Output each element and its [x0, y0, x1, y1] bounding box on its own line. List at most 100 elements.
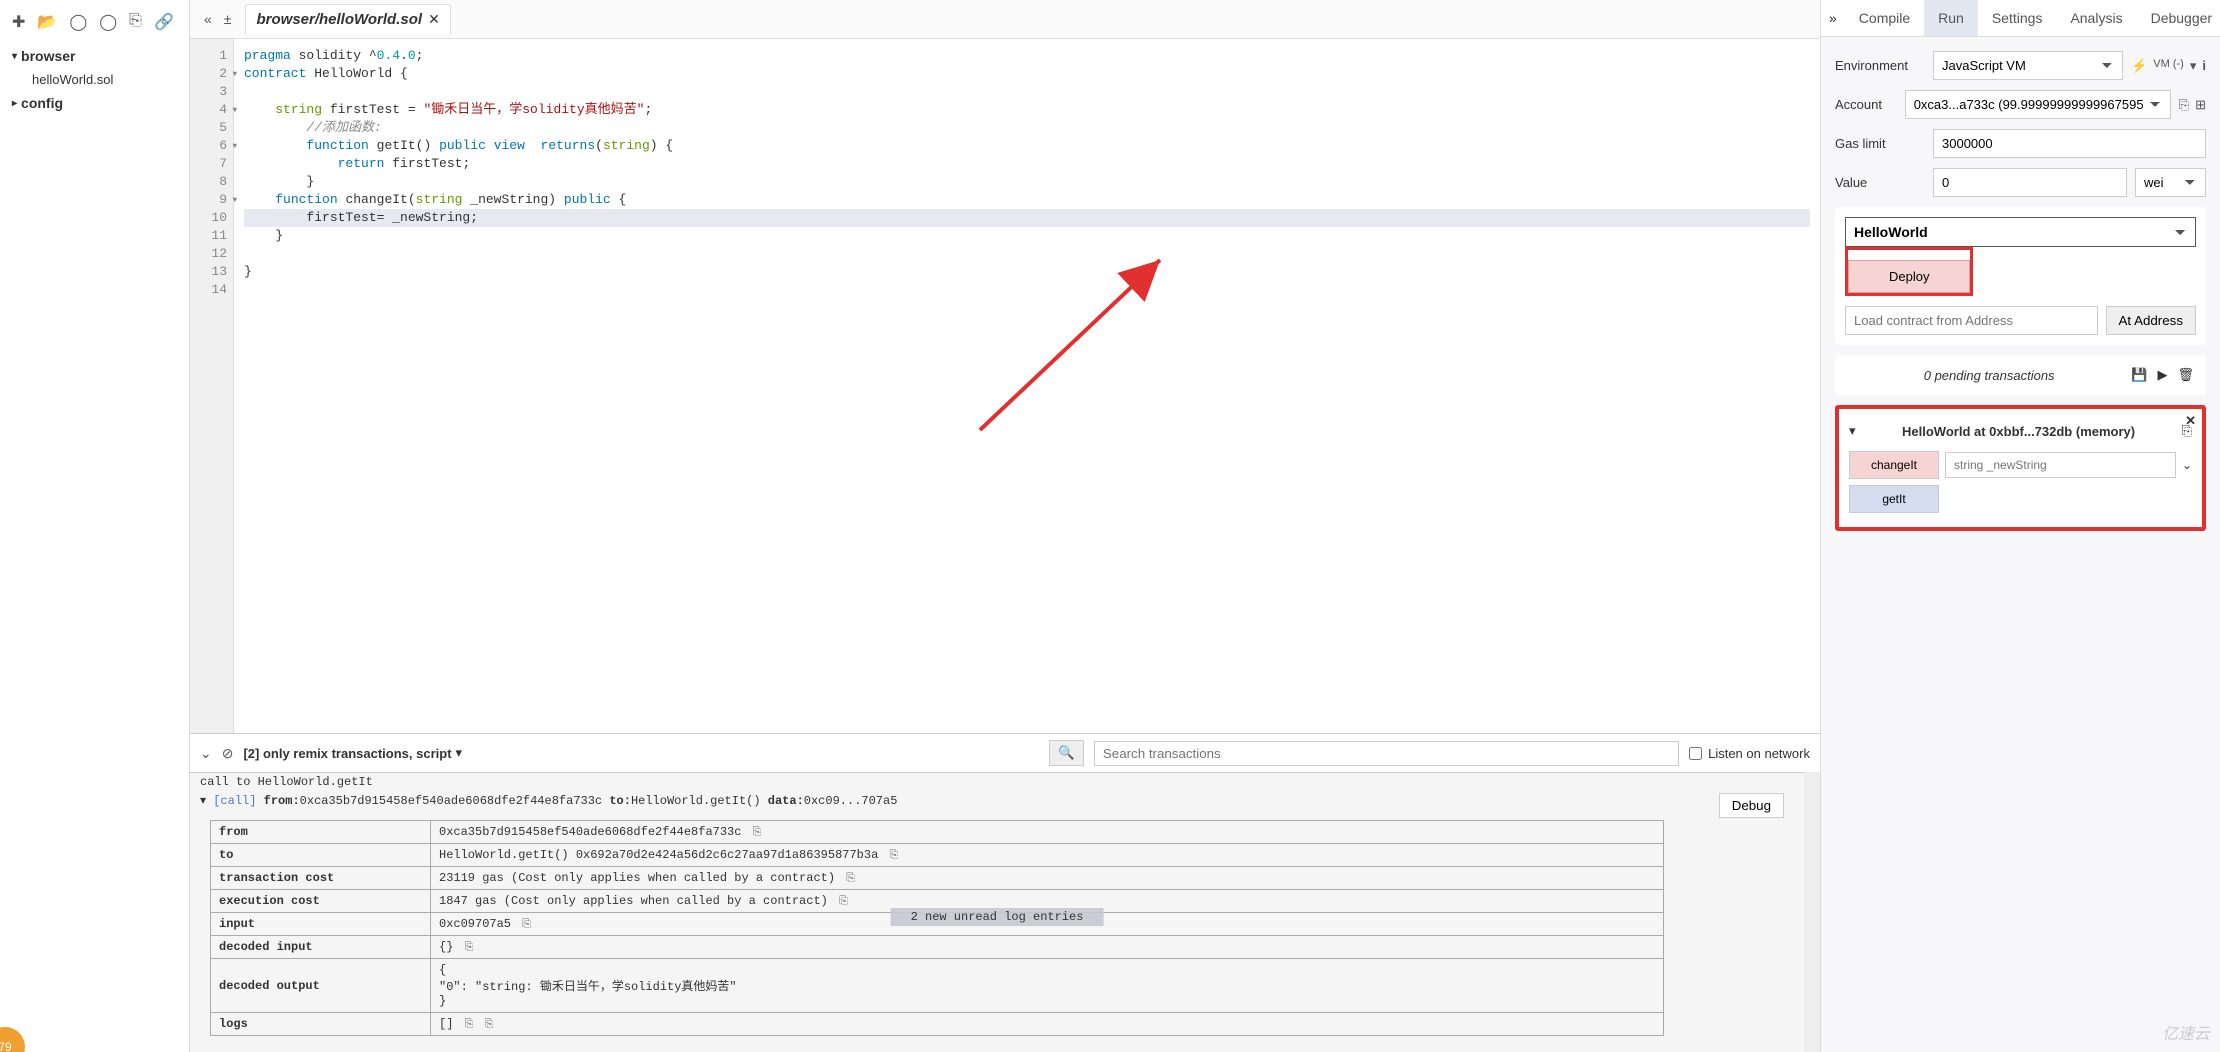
- filter-label: [2] only remix transactions, script: [243, 746, 451, 761]
- deployed-instance: ✕ ▾ HelloWorld at 0xbbf...732db (memory)…: [1835, 405, 2206, 531]
- listen-label: Listen on network: [1708, 746, 1810, 761]
- copy-icon[interactable]: ⎘: [753, 827, 762, 839]
- tabs-prev-icon[interactable]: «: [198, 11, 218, 27]
- right-panel: » Compile Run Settings Analysis Debugger…: [1820, 0, 2220, 1052]
- github-icon[interactable]: ◯: [69, 12, 87, 32]
- chevron-down-icon[interactable]: ⌄: [2182, 458, 2192, 472]
- copy-icon[interactable]: ⎘: [839, 896, 848, 908]
- tab-compile[interactable]: Compile: [1845, 0, 1924, 36]
- code-content[interactable]: pragma solidity ^0.4.0; contract HelloWo…: [234, 39, 1820, 733]
- listen-checkbox-input[interactable]: [1689, 747, 1702, 760]
- listen-checkbox[interactable]: Listen on network: [1689, 746, 1810, 761]
- search-button[interactable]: 🔍: [1049, 740, 1084, 766]
- main-area: « ± browser/helloWorld.sol ✕ 12345678910…: [190, 0, 1820, 1052]
- line-gutter: 1234567891011121314: [190, 39, 234, 733]
- code-editor[interactable]: 1234567891011121314 pragma solidity ^0.4…: [190, 39, 1820, 733]
- tab-run[interactable]: Run: [1924, 0, 1978, 36]
- file-toolbar: ✚ 📂 ◯ ◯ ⎘ 🔗: [4, 8, 185, 44]
- file-label: helloWorld.sol: [32, 72, 113, 87]
- run-panel-body: Environment JavaScript VM ⚡ VM (-) ▾ i A…: [1821, 37, 2220, 1052]
- terminal-toolbar: ⌄ ⊘ [2] only remix transactions, script …: [190, 733, 1820, 772]
- caret-down-icon[interactable]: ▾: [1849, 423, 1856, 439]
- value-label: Value: [1835, 175, 1925, 190]
- pending-text: 0 pending transactions: [1847, 368, 2131, 383]
- tabs-add-icon[interactable]: ±: [218, 11, 238, 27]
- caret-down-icon[interactable]: ▾: [2190, 58, 2197, 74]
- copy-files-icon[interactable]: ⎘: [129, 12, 142, 32]
- folder-browser[interactable]: ▾ browser: [4, 44, 185, 68]
- folder-label: browser: [21, 48, 75, 64]
- save-icon[interactable]: 💾: [2131, 367, 2147, 383]
- watermark: 亿速云: [2162, 1020, 2210, 1044]
- value-unit-select[interactable]: wei: [2135, 168, 2206, 197]
- folder-config[interactable]: ▸ config: [4, 91, 185, 115]
- folder-label: config: [21, 95, 63, 111]
- table-row: decoded input{} ⎘: [211, 936, 1664, 959]
- filter-dropdown[interactable]: [2] only remix transactions, script ▾: [243, 745, 462, 761]
- pending-transactions: 0 pending transactions 💾 ▶ 🗑: [1835, 355, 2206, 395]
- table-row: from0xca35b7d915458ef540ade6068dfe2f44e8…: [211, 821, 1664, 844]
- copy-icon[interactable]: ⎘: [522, 919, 531, 931]
- copy-icon[interactable]: ⎘: [2179, 97, 2189, 113]
- editor-tabs-bar: « ± browser/helloWorld.sol ✕: [190, 0, 1820, 39]
- table-row: toHelloWorld.getIt() 0x692a70d2e424a56d2…: [211, 844, 1664, 867]
- caret-right-icon: ▸: [12, 98, 17, 109]
- load-address-input[interactable]: [1845, 306, 2098, 335]
- account-select[interactable]: 0xca3...a733c (99.99999999999967595: [1905, 90, 2171, 119]
- table-row: decoded output{ "0": "string: 锄禾日当午，学sol…: [211, 959, 1664, 1013]
- copy-icon[interactable]: ⎘: [485, 1019, 494, 1031]
- new-file-icon[interactable]: ✚: [12, 12, 25, 32]
- debug-button[interactable]: Debug: [1719, 793, 1784, 818]
- function-changeit-button[interactable]: changeIt: [1849, 451, 1939, 479]
- panel-tabs: » Compile Run Settings Analysis Debugger…: [1821, 0, 2220, 37]
- contract-select[interactable]: HelloWorld: [1845, 217, 2196, 247]
- environment-select[interactable]: JavaScript VM: [1933, 51, 2123, 80]
- trash-icon[interactable]: 🗑: [2177, 367, 2194, 383]
- unread-toast[interactable]: 2 new unread log entries: [891, 908, 1104, 926]
- file-explorer-sidebar: ✚ 📂 ◯ ◯ ⎘ 🔗 ▾ browser helloWorld.sol ▸ c…: [0, 0, 190, 1052]
- copy-icon[interactable]: ⎘: [465, 942, 474, 954]
- close-icon[interactable]: ✕: [428, 11, 440, 28]
- add-icon[interactable]: ⊞: [2195, 97, 2206, 113]
- function-getit-button[interactable]: getIt: [1849, 485, 1939, 513]
- link-icon[interactable]: 🔗: [154, 12, 174, 32]
- function-changeit-input[interactable]: [1945, 452, 2176, 478]
- console-output[interactable]: call to HelloWorld.getIt ▾ [call] from:0…: [190, 772, 1804, 1052]
- copy-icon[interactable]: ⎘: [465, 1019, 474, 1031]
- console-scrollbar[interactable]: [1804, 772, 1820, 1052]
- value-input[interactable]: [1933, 168, 2127, 197]
- env-label: Environment: [1835, 58, 1925, 73]
- clear-icon[interactable]: ⊘: [222, 745, 234, 762]
- chevron-down-double-icon[interactable]: ⌄: [200, 745, 212, 762]
- at-address-button[interactable]: At Address: [2106, 306, 2196, 335]
- instance-title: HelloWorld at 0xbbf...732db (memory): [1864, 424, 2174, 439]
- play-icon[interactable]: ▶: [2157, 367, 2167, 383]
- caret-down-icon: ▾: [12, 51, 17, 62]
- copy-icon[interactable]: ⎘: [889, 850, 898, 862]
- tab-settings[interactable]: Settings: [1978, 0, 2057, 36]
- expand-icon[interactable]: ▾: [200, 794, 206, 808]
- gas-label: Gas limit: [1835, 136, 1925, 151]
- folder-open-icon[interactable]: 📂: [37, 12, 57, 32]
- gas-limit-input[interactable]: [1933, 129, 2206, 158]
- chevron-down-icon: ▾: [456, 745, 463, 761]
- vm-label: VM (-): [2153, 58, 2184, 74]
- table-row: logs[] ⎘ ⎘: [211, 1013, 1664, 1036]
- tab-analysis[interactable]: Analysis: [2056, 0, 2136, 36]
- tab-debugger[interactable]: Debugger: [2137, 0, 2220, 36]
- search-input[interactable]: [1094, 741, 1679, 766]
- table-row: transaction cost23119 gas (Cost only app…: [211, 867, 1664, 890]
- copy-icon[interactable]: ⎘: [846, 873, 855, 885]
- account-label: Account: [1835, 97, 1897, 112]
- file-helloworld[interactable]: helloWorld.sol: [4, 68, 185, 91]
- console-tx-line: ▾ [call] from:0xca35b7d915458ef540ade606…: [190, 791, 1804, 810]
- console-call-line: call to HelloWorld.getIt: [190, 773, 1804, 791]
- deploy-button[interactable]: Deploy: [1848, 260, 1970, 293]
- github-icon-2[interactable]: ◯: [99, 12, 117, 32]
- tab-title: browser/helloWorld.sol: [256, 11, 422, 28]
- tabs-prev-icon[interactable]: »: [1821, 0, 1845, 36]
- close-icon[interactable]: ✕: [2185, 413, 2196, 429]
- info-icon[interactable]: i: [2202, 58, 2206, 74]
- plug-icon[interactable]: ⚡: [2131, 58, 2147, 74]
- editor-tab[interactable]: browser/helloWorld.sol ✕: [245, 4, 450, 34]
